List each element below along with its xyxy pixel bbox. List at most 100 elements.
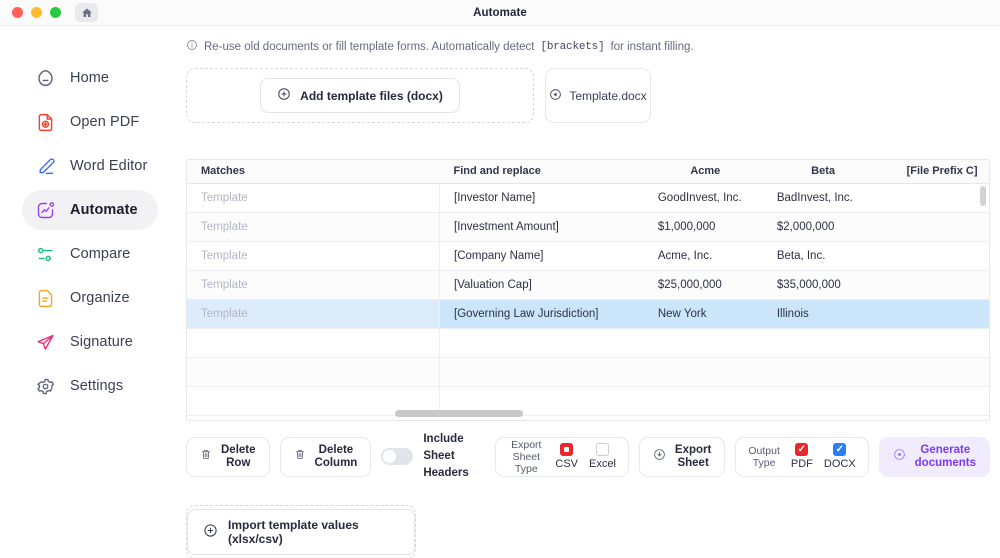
table-row[interactable] <box>187 386 990 415</box>
cell-find[interactable]: [Valuation Cap] <box>440 270 646 299</box>
cell-matches[interactable]: Template <box>187 270 440 299</box>
cell-acme[interactable]: Acme, Inc. <box>646 241 765 270</box>
sidebar: Home Open PDF Word Editor Automate Compa <box>0 26 172 558</box>
table-row[interactable]: Template [Investor Name] GoodInvest, Inc… <box>187 183 990 212</box>
generate-documents-button[interactable]: Generatedocuments <box>879 437 990 477</box>
output-type-label: OutputType <box>748 445 780 469</box>
table-row[interactable]: Template [Investment Amount] $1,000,000 … <box>187 212 990 241</box>
csv-checkbox[interactable] <box>560 443 573 456</box>
info-circle-icon <box>186 39 198 54</box>
cell-acme[interactable] <box>646 386 765 415</box>
cell-beta[interactable]: Beta, Inc. <box>765 241 882 270</box>
delete-row-button[interactable]: DeleteRow <box>186 437 270 477</box>
cell-find[interactable]: [Investor Name] <box>440 183 646 212</box>
sidebar-item-home[interactable]: Home <box>22 58 158 98</box>
table-row[interactable] <box>187 328 990 357</box>
template-file-chip[interactable]: Template.docx <box>545 68 651 123</box>
cell-acme[interactable]: GoodInvest, Inc. <box>646 183 765 212</box>
cell-beta[interactable]: $2,000,000 <box>765 212 882 241</box>
title-bar: Automate <box>0 0 1000 26</box>
cell-prefix-c[interactable] <box>881 212 990 241</box>
home-icon[interactable] <box>75 3 98 22</box>
pdf-option[interactable]: ✓ PDF <box>791 443 813 470</box>
cell-find[interactable] <box>440 328 646 357</box>
excel-checkbox[interactable] <box>596 443 609 456</box>
sidebar-item-automate[interactable]: Automate <box>22 190 158 230</box>
cell-matches[interactable] <box>187 357 440 386</box>
column-header-file-prefix-c[interactable]: [File Prefix C] <box>881 160 990 183</box>
paper-plane-icon <box>34 331 56 353</box>
sidebar-item-label: Home <box>70 70 109 86</box>
info-text-suffix: for instant filling. <box>610 41 693 53</box>
export-sheet-button[interactable]: ExportSheet <box>639 437 725 477</box>
cell-beta[interactable]: Illinois <box>765 299 882 328</box>
cell-acme[interactable]: $25,000,000 <box>646 270 765 299</box>
cell-find[interactable]: [Company Name] <box>440 241 646 270</box>
table-body: Template [Investor Name] GoodInvest, Inc… <box>187 183 990 415</box>
cell-acme[interactable] <box>646 357 765 386</box>
cell-acme[interactable] <box>646 328 765 357</box>
cell-prefix-c[interactable] <box>881 299 990 328</box>
pdf-checkbox[interactable]: ✓ <box>795 443 808 456</box>
import-template-values-button[interactable]: Import template values (xlsx/csv) <box>187 509 415 555</box>
trash-icon <box>294 448 306 466</box>
minimize-window-button[interactable] <box>31 7 42 18</box>
cell-prefix-c[interactable] <box>881 328 990 357</box>
sidebar-item-compare[interactable]: Compare <box>22 234 158 274</box>
pdf-label: PDF <box>791 458 813 470</box>
table-row[interactable] <box>187 357 990 386</box>
sidebar-item-label: Signature <box>70 334 133 350</box>
cell-matches[interactable]: Template <box>187 212 440 241</box>
cell-matches[interactable]: Template <box>187 241 440 270</box>
column-header-acme[interactable]: Acme <box>646 160 765 183</box>
replacements-table[interactable]: Matches Find and replace Acme Beta [File… <box>186 159 990 421</box>
docx-checkbox[interactable]: ✓ <box>833 443 846 456</box>
table-horizontal-scrollbar[interactable] <box>395 410 523 417</box>
column-header-matches[interactable]: Matches <box>187 160 440 183</box>
template-dropzone[interactable]: Add template files (docx) <box>186 68 534 123</box>
table-vertical-scrollbar[interactable] <box>980 186 986 206</box>
cell-beta[interactable]: $35,000,000 <box>765 270 882 299</box>
table-row[interactable]: Template [Valuation Cap] $25,000,000 $35… <box>187 270 990 299</box>
info-text-brackets: [brackets] <box>540 41 604 53</box>
cell-matches[interactable]: Template <box>187 183 440 212</box>
cell-prefix-c[interactable] <box>881 357 990 386</box>
close-window-button[interactable] <box>12 7 23 18</box>
cell-beta[interactable] <box>765 328 882 357</box>
include-sheet-headers-toggle[interactable] <box>381 448 413 465</box>
excel-option[interactable]: Excel <box>589 443 616 470</box>
cell-prefix-c[interactable] <box>881 183 990 212</box>
maximize-window-button[interactable] <box>50 7 61 18</box>
table-row[interactable]: Template [Company Name] Acme, Inc. Beta,… <box>187 241 990 270</box>
table-row-selected[interactable]: Template [Governing Law Jurisdiction] Ne… <box>187 299 990 328</box>
replacements-grid: Matches Find and replace Acme Beta [File… <box>187 160 990 416</box>
column-header-find-and-replace[interactable]: Find and replace <box>440 160 646 183</box>
delete-column-button[interactable]: DeleteColumn <box>280 437 372 477</box>
include-sheet-headers-label: Include SheetHeaders <box>423 431 485 482</box>
import-values-dropzone[interactable]: Import template values (xlsx/csv) <box>186 505 416 558</box>
add-circle-icon <box>277 87 291 104</box>
add-template-files-button[interactable]: Add template files (docx) <box>260 78 460 113</box>
cell-beta[interactable] <box>765 386 882 415</box>
cell-matches[interactable]: Template <box>187 299 440 328</box>
sidebar-item-settings[interactable]: Settings <box>22 366 158 406</box>
cell-prefix-c[interactable] <box>881 386 990 415</box>
sidebar-item-organize[interactable]: Organize <box>22 278 158 318</box>
cell-beta[interactable] <box>765 357 882 386</box>
docx-option[interactable]: ✓ DOCX <box>824 443 856 470</box>
cell-find[interactable]: [Investment Amount] <box>440 212 646 241</box>
csv-option[interactable]: CSV <box>555 443 578 470</box>
window-controls <box>0 7 61 18</box>
column-header-beta[interactable]: Beta <box>765 160 882 183</box>
cell-prefix-c[interactable] <box>881 270 990 299</box>
cell-prefix-c[interactable] <box>881 241 990 270</box>
cell-acme[interactable]: $1,000,000 <box>646 212 765 241</box>
cell-acme[interactable]: New York <box>646 299 765 328</box>
sidebar-item-word-editor[interactable]: Word Editor <box>22 146 158 186</box>
cell-beta[interactable]: BadInvest, Inc. <box>765 183 882 212</box>
cell-matches[interactable] <box>187 328 440 357</box>
cell-find[interactable]: [Governing Law Jurisdiction] <box>440 299 646 328</box>
sidebar-item-signature[interactable]: Signature <box>22 322 158 362</box>
cell-find[interactable] <box>440 357 646 386</box>
sidebar-item-open-pdf[interactable]: Open PDF <box>22 102 158 142</box>
